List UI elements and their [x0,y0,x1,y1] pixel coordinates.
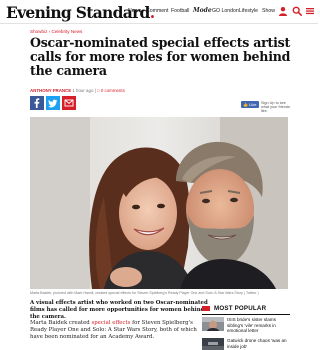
photo-caption: Marta Baidek, pictured with Mark Hamill,… [30,291,259,295]
email-icon[interactable] [62,96,76,110]
article-photo-image [30,117,288,289]
author-link[interactable]: ANTHONY FRANCE [30,88,71,93]
twitter-icon[interactable] [46,96,60,110]
breadcrumb[interactable]: Showbiz › Celebrity News [30,29,82,34]
nav-item-news[interactable]: News [128,8,141,14]
nav-item-football[interactable]: Football [171,8,189,14]
special-effects-link[interactable]: special effects [91,320,130,326]
search-icon[interactable] [292,6,302,16]
nav-item-go-london[interactable]: GO London [212,8,239,14]
most-popular-accent [202,306,210,311]
most-popular-thumbnail-image [202,338,224,350]
most-popular-divider [202,314,290,315]
nav-item-lifestyle[interactable]: Lifestyle [239,8,258,14]
article-standfirst: A visual effects artist who worked on tw… [30,300,208,321]
most-popular-headline[interactable]: ISIS bride's sister slams sibling's 'vil… [227,317,290,334]
most-popular-item[interactable]: ISIS bride's sister slams sibling's 'vil… [202,317,290,335]
publish-time: 1 hour ago [72,88,94,93]
most-popular-item[interactable]: Gatwick drone chaos 'was an inside job' [202,338,290,350]
article-headline: Oscar-nominated special effects artist c… [30,35,291,78]
article-body-paragraph: Marta Baidek created special effects for… [30,320,197,341]
facebook-icon[interactable] [30,96,44,110]
byline: ANTHONY FRANCE 1 hour ago | □ 0 comments [30,88,125,93]
nav-item-comment[interactable]: Comment [146,8,169,14]
nav-item-mode[interactable]: Mode [193,7,212,14]
byline-separator: | [94,88,96,93]
article-photo[interactable] [30,117,288,289]
menu-icon[interactable] [305,6,315,16]
site-header: Evening Standard. News Comment Football … [0,0,318,24]
comments-link[interactable]: □ 0 comments [97,88,125,93]
user-icon[interactable] [278,6,288,16]
most-popular-title: MOST POPULAR [214,305,267,312]
most-popular-thumbnail[interactable] [202,317,224,331]
facebook-like-text: Sign Up to see what your friends like. [261,101,290,114]
facebook-like-button[interactable]: 👍 Like [241,101,259,108]
nav-item-show[interactable]: Show [262,8,275,14]
most-popular-headline[interactable]: Gatwick drone chaos 'was an inside job' [227,338,290,349]
most-popular-thumbnail-image [202,317,224,331]
comments-count[interactable]: 0 comments [101,88,125,93]
most-popular-thumbnail[interactable] [202,338,224,350]
